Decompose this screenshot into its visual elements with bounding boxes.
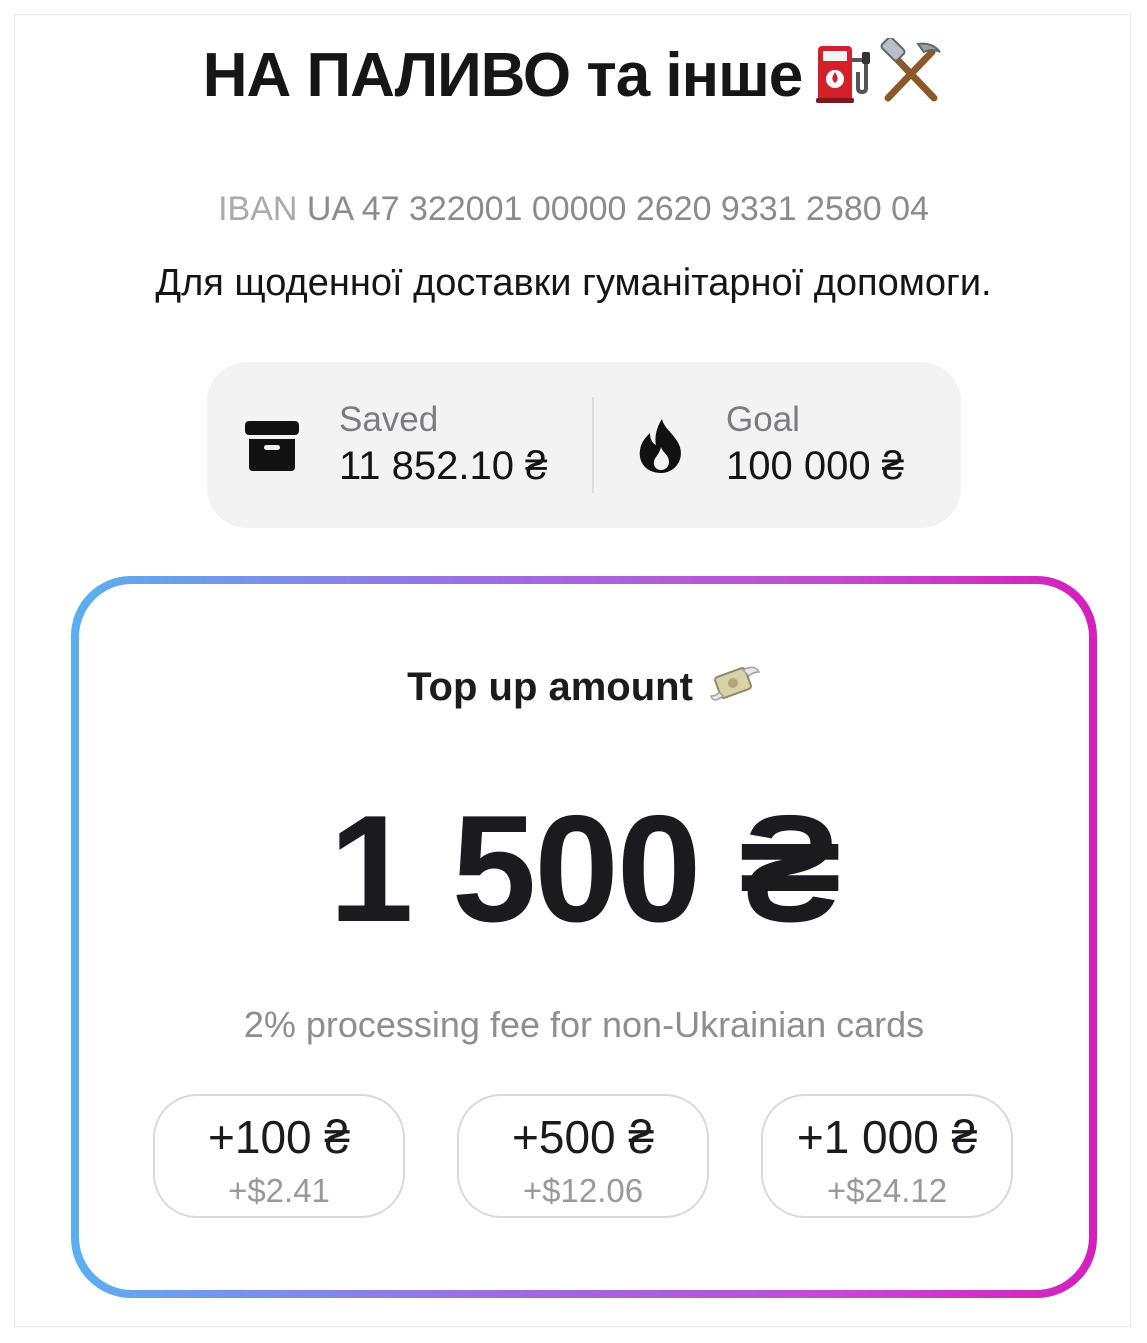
saved-stat: Saved 11 852.10 ₴ xyxy=(207,362,592,528)
topup-label: Top up amount xyxy=(407,665,693,709)
jar-title-row: НА ПАЛИВО та інше xyxy=(0,36,1147,119)
jar-description: Для щоденної доставки гуманітарної допом… xyxy=(155,262,992,304)
iban-label: IBAN xyxy=(218,190,298,228)
topup-card-body: Top up amount 1 500 ₴ 2% processing fee … xyxy=(79,584,1089,1290)
preset-amount: +1 000 ₴ xyxy=(796,1111,978,1163)
topup-label-row: Top up amount xyxy=(79,662,1089,720)
preset-amount: +500 ₴ xyxy=(512,1111,654,1163)
iban-row: IBAN UA 47 322001 00000 2620 9331 2580 0… xyxy=(0,190,1147,229)
money-with-wings-icon xyxy=(709,662,761,720)
processing-fee-note: 2% processing fee for non-Ukrainian card… xyxy=(243,1004,925,1045)
preset-button-500[interactable]: +500 ₴ +$12.06 xyxy=(457,1094,709,1218)
preset-usd: +$2.41 xyxy=(228,1172,330,1209)
fuel-pump-icon xyxy=(816,42,874,119)
topup-card: Top up amount 1 500 ₴ 2% processing fee … xyxy=(71,576,1097,1298)
flame-icon xyxy=(632,417,690,475)
preset-button-100[interactable]: +100 ₴ +$2.41 xyxy=(153,1094,405,1218)
page-title: НА ПАЛИВО та інше xyxy=(202,41,804,110)
iban-value[interactable]: UA 47 322001 00000 2620 9331 2580 04 xyxy=(307,190,929,228)
preset-button-1000[interactable]: +1 000 ₴ +$24.12 xyxy=(761,1094,1013,1218)
goal-value: 100 000 ₴ xyxy=(726,444,904,488)
preset-usd: +$12.06 xyxy=(522,1172,644,1209)
topup-amount[interactable]: 1 500 ₴ xyxy=(79,782,1089,957)
goal-stat: Goal 100 000 ₴ xyxy=(594,362,961,528)
saved-label: Saved xyxy=(339,400,439,439)
archive-box-icon xyxy=(243,417,301,475)
stats-panel: Saved 11 852.10 ₴ Goal 100 000 ₴ xyxy=(207,362,961,528)
hammer-and-pick-icon xyxy=(878,36,944,119)
saved-value: 11 852.10 ₴ xyxy=(339,444,548,488)
goal-label: Goal xyxy=(726,400,800,439)
preset-amount: +100 ₴ xyxy=(208,1111,350,1163)
preset-usd: +$24.12 xyxy=(826,1172,948,1209)
